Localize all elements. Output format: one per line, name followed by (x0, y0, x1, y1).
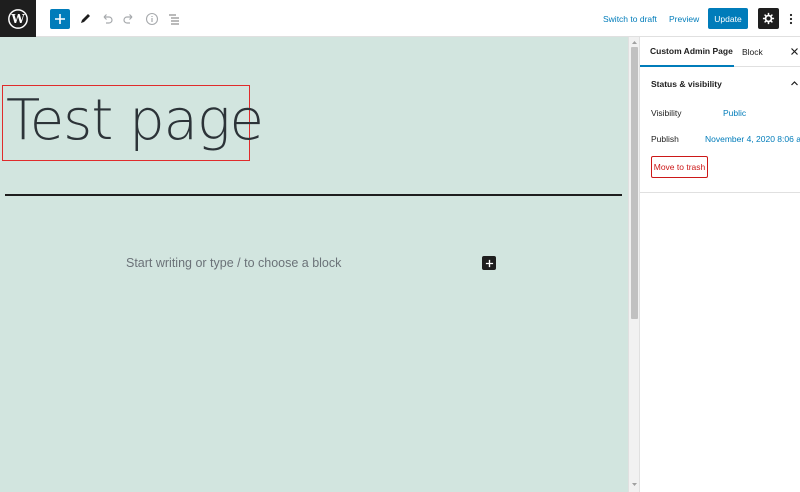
details-button[interactable] (145, 8, 159, 29)
editor-scrollbar[interactable] (628, 37, 639, 492)
sidebar-tabs: Custom Admin Page Block (640, 37, 800, 67)
settings-button[interactable] (758, 8, 779, 29)
more-vertical-icon (789, 13, 793, 24)
publish-date-value[interactable]: November 4, 2020 8:06 am (705, 134, 800, 144)
move-to-trash-button[interactable]: Move to trash (651, 156, 708, 178)
close-icon[interactable] (790, 47, 799, 56)
status-visibility-panel: Status & visibility Visibility Public Pu… (640, 67, 800, 193)
tab-document[interactable]: Custom Admin Page (640, 37, 734, 67)
redo-button[interactable] (122, 8, 136, 29)
redo-icon (123, 13, 133, 24)
settings-sidebar: Custom Admin Page Block Status & visibil… (639, 37, 800, 492)
scroll-down-arrow-icon[interactable] (631, 481, 638, 488)
tab-block[interactable]: Block (742, 37, 763, 67)
plus-icon (55, 14, 65, 24)
undo-button[interactable] (100, 8, 114, 29)
visibility-value[interactable]: Public (723, 108, 746, 118)
pencil-icon (81, 13, 90, 23)
scroll-up-arrow-icon[interactable] (631, 39, 638, 46)
wordpress-logo-icon[interactable]: W (0, 0, 36, 37)
scrollbar-thumb[interactable] (631, 47, 638, 319)
gear-icon (762, 12, 775, 25)
switch-to-draft-link[interactable]: Switch to draft (603, 14, 657, 24)
separator-block[interactable] (5, 194, 622, 196)
editor-toolbar: W Switch to draft Preview Update (0, 0, 800, 37)
info-icon (145, 12, 159, 25)
chevron-up-icon[interactable] (790, 79, 799, 88)
tools-button[interactable] (78, 8, 92, 29)
options-button[interactable] (785, 8, 797, 29)
plus-icon (485, 259, 493, 267)
block-placeholder[interactable]: Start writing or type / to choose a bloc… (126, 256, 341, 270)
post-title[interactable]: Test page (6, 83, 264, 159)
inline-add-block-button[interactable] (482, 256, 496, 270)
list-view-button[interactable] (167, 8, 181, 29)
preview-link[interactable]: Preview (669, 14, 699, 24)
visibility-label: Visibility (651, 108, 682, 118)
editor-canvas[interactable]: Test page Start writing or type / to cho… (0, 37, 628, 492)
undo-icon (103, 13, 113, 24)
panel-title[interactable]: Status & visibility (651, 79, 722, 89)
svg-text:W: W (10, 12, 25, 26)
add-block-button[interactable] (50, 9, 70, 29)
list-view-icon (169, 13, 179, 25)
update-button[interactable]: Update (708, 8, 748, 29)
publish-label: Publish (651, 134, 679, 144)
